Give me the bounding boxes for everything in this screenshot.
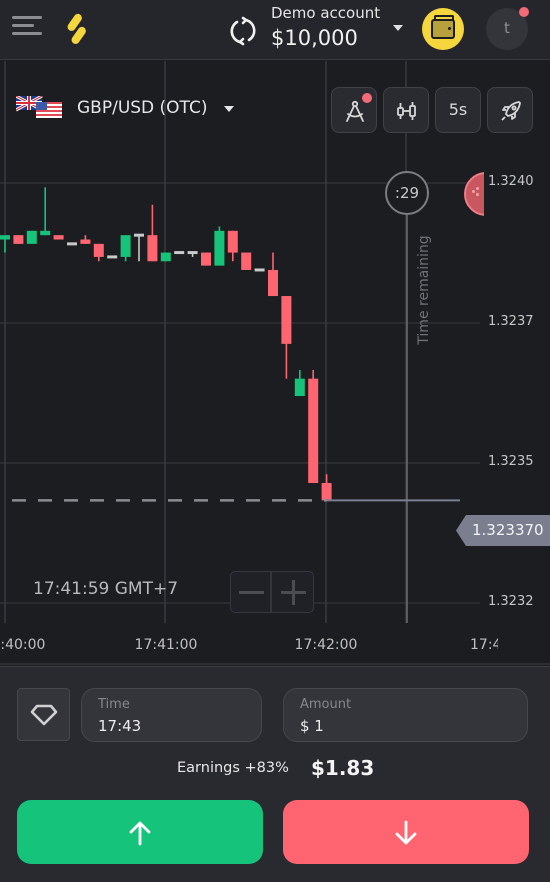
candle-down	[13, 235, 24, 244]
trading-app: Demo account $10,000 t GBP/USD (OTC) 5s …	[0, 0, 550, 882]
zoom-out-button[interactable]	[231, 572, 272, 612]
compass-icon	[346, 100, 364, 122]
timeframe-button[interactable]: 5s	[435, 87, 481, 133]
timeframe-label: 5s	[448, 100, 468, 119]
x-tick-label: 17:4	[470, 637, 498, 653]
earnings-label: Earnings +83%	[177, 760, 289, 776]
account-type-label: Demo account	[271, 4, 381, 22]
arrow-up-icon	[129, 821, 151, 846]
candle-down	[308, 378, 319, 483]
candle-down	[241, 252, 252, 270]
candle-up	[0, 235, 10, 240]
indicators-button[interactable]	[383, 87, 429, 133]
chart-zoom-control	[230, 571, 314, 613]
buy-up-button[interactable]	[17, 800, 263, 864]
more-icon	[476, 187, 479, 190]
candle-down	[268, 269, 278, 297]
arrow-down-icon	[395, 820, 417, 845]
amount-field-label: Amount	[300, 697, 352, 712]
y-tick-label: 1.3240	[488, 174, 534, 189]
y-tick-label: 1.3235	[488, 454, 534, 469]
candle-down	[147, 235, 158, 262]
candle-down	[321, 483, 332, 501]
uk-us-flag-icon	[16, 96, 62, 118]
candle-down	[53, 235, 64, 240]
notification-badge	[519, 7, 529, 17]
candle-up	[120, 235, 131, 257]
candles-icon	[397, 102, 416, 120]
account-balance[interactable]: $10,000	[271, 26, 358, 50]
current-price-tag: 1.323370	[456, 515, 550, 546]
hamburger-menu-icon[interactable]	[12, 16, 42, 42]
candle-down	[227, 230, 238, 253]
server-clock: 17:41:59 GMT+7	[33, 579, 179, 599]
candle-down	[80, 239, 91, 244]
drawing-tools-badge	[362, 93, 372, 103]
candle-doji	[174, 251, 185, 255]
wallet-icon	[431, 15, 455, 39]
candle-doji	[187, 251, 198, 255]
candle-up	[294, 378, 305, 397]
side-panel-handle[interactable]	[464, 172, 484, 216]
time-remaining-label: Time remaining	[416, 235, 432, 345]
candle-doji	[134, 233, 144, 237]
candle-up	[40, 230, 51, 236]
trade-panel: Time 17:43 Amount $ 1 Earnings +83% $1.8…	[0, 666, 550, 882]
rocket-icon	[501, 101, 521, 121]
earnings-value: $1.83	[311, 756, 375, 780]
sync-icon[interactable]	[226, 14, 260, 48]
time-field-label: Time	[98, 697, 130, 712]
candle-doji	[107, 255, 118, 259]
candle-up	[160, 252, 171, 262]
account-dropdown-icon[interactable]	[393, 25, 403, 31]
candle-down	[93, 243, 104, 257]
wallet-button[interactable]	[422, 8, 464, 50]
candle-doji	[67, 242, 77, 246]
favorite-button[interactable]	[17, 688, 70, 741]
amount-field-value: $ 1	[300, 717, 324, 735]
minus-icon	[239, 591, 264, 594]
brand-logo-icon[interactable]	[62, 12, 92, 46]
y-tick-label: 1.3237	[488, 314, 534, 329]
time-field[interactable]: Time 17:43	[81, 688, 262, 742]
candle-doji	[254, 268, 265, 272]
top-bar: Demo account $10,000 t	[0, 0, 550, 60]
sell-down-button[interactable]	[283, 800, 529, 864]
amount-field[interactable]: Amount $ 1	[283, 688, 528, 742]
x-tick-label: 17:40:00	[0, 637, 46, 653]
y-tick-label: 1.3232	[488, 594, 534, 609]
asset-dropdown-icon	[224, 106, 234, 112]
time-field-value: 17:43	[98, 717, 142, 735]
x-tick-label: 17:41:00	[134, 637, 198, 653]
plus-icon-bar	[292, 580, 295, 605]
candle-down	[201, 252, 211, 266]
diamond-icon	[30, 704, 58, 726]
candle-up	[214, 230, 225, 266]
asset-name: GBP/USD (OTC)	[77, 98, 208, 118]
zoom-in-button[interactable]	[273, 572, 314, 612]
boost-button[interactable]	[487, 87, 533, 133]
candle-up	[26, 230, 37, 244]
x-tick-label: 17:42:00	[294, 637, 358, 653]
countdown-timer: :29	[385, 171, 429, 215]
candle-down	[281, 296, 292, 344]
